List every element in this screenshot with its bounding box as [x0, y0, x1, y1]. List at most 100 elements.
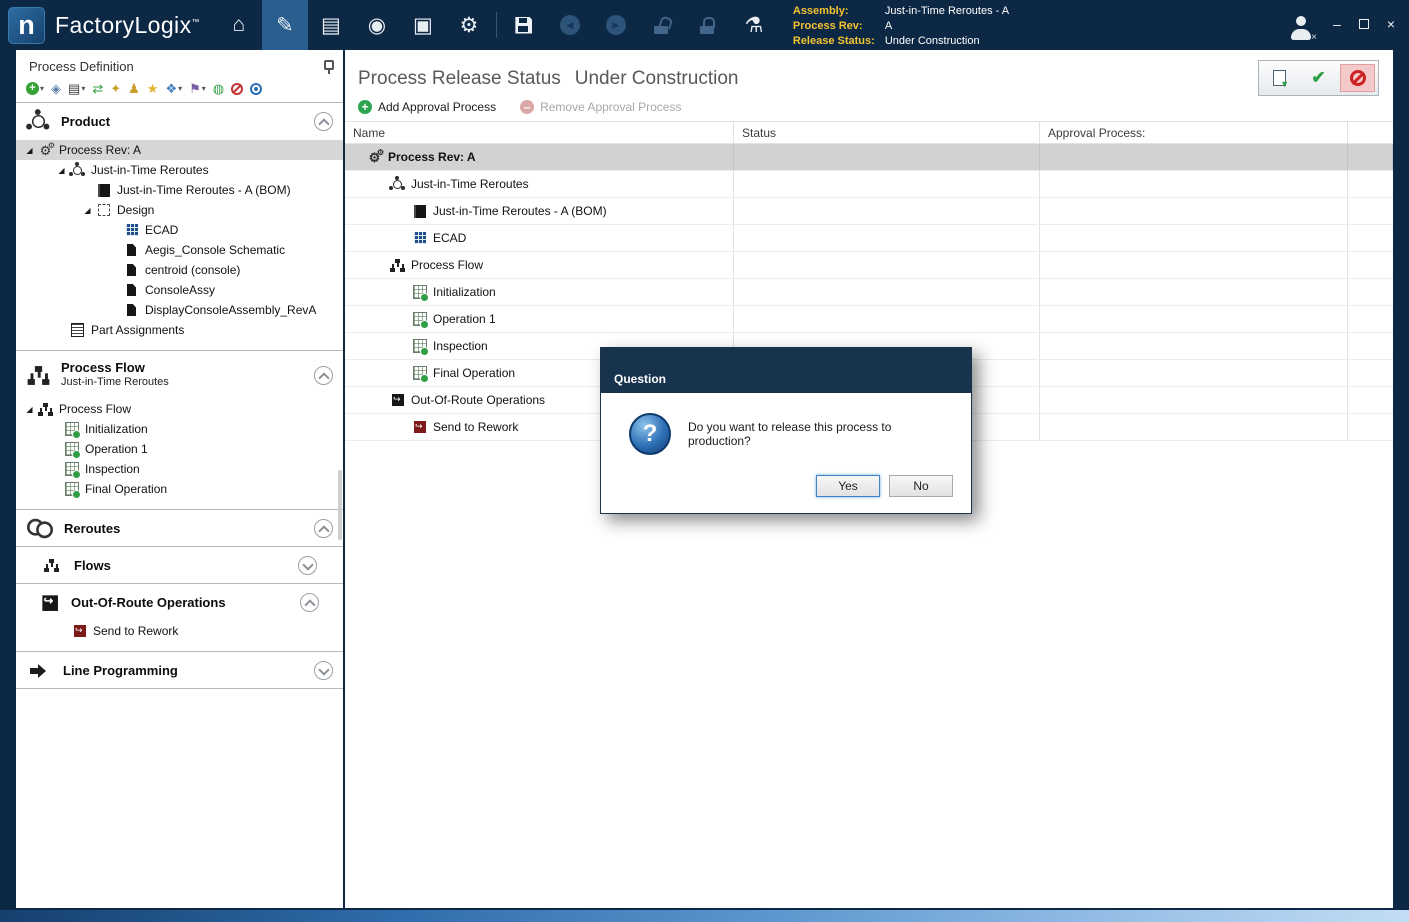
tree-item-initialization[interactable]: Initialization: [16, 419, 343, 439]
collapse-reroutes-button[interactable]: [314, 519, 333, 538]
tree-item-bom[interactable]: Just-in-Time Reroutes - A (BOM): [16, 180, 343, 200]
prohibit-icon: [1350, 70, 1366, 86]
forward-button[interactable]: ▶: [593, 0, 639, 50]
operation-table-icon: [412, 339, 427, 354]
table-row-operation-1[interactable]: Operation 1: [345, 306, 1393, 333]
collapse-product-button[interactable]: [314, 112, 333, 131]
process-flow-section-header[interactable]: Process Flow Just-in-Time Reroutes: [16, 351, 343, 398]
question-dialog: Question ? Do you want to release this p…: [600, 347, 972, 514]
expand-line-programming-button[interactable]: [314, 661, 333, 680]
add-item-button[interactable]: +▾: [26, 82, 44, 95]
pin-icon[interactable]: [322, 59, 333, 74]
collapse-out-of-route-button[interactable]: [300, 593, 319, 612]
release-document-button[interactable]: [1262, 64, 1297, 92]
revoke-release-button[interactable]: [1340, 64, 1375, 92]
lock-button[interactable]: [685, 0, 731, 50]
info-button[interactable]: [250, 83, 262, 95]
page-title-status: Under Construction: [575, 68, 739, 90]
maximize-button[interactable]: [1359, 17, 1369, 31]
audit-search-button[interactable]: ⚗: [731, 0, 777, 50]
reroutes-section-header[interactable]: Reroutes: [16, 510, 343, 546]
dialog-title: Question: [614, 372, 666, 386]
column-header-approval[interactable]: Approval Process:: [1040, 122, 1348, 143]
navigator-icon: ◉: [368, 13, 386, 38]
tree-item-process-rev[interactable]: ◢Process Rev: A: [16, 140, 343, 160]
approve-release-button[interactable]: ✔: [1301, 64, 1336, 92]
tree-item-inspection[interactable]: Inspection: [16, 459, 343, 479]
collapse-process-flow-button[interactable]: [314, 366, 333, 385]
save-button[interactable]: [501, 0, 547, 50]
document-icon: [124, 303, 139, 318]
add-approval-label: Add Approval Process: [378, 100, 496, 114]
minimize-button[interactable]: –: [1333, 17, 1341, 31]
table-row-initialization[interactable]: Initialization: [345, 279, 1393, 306]
app-logo: n: [8, 7, 45, 44]
sidebar-scrollbar[interactable]: [338, 470, 342, 540]
tree-item-schematic[interactable]: Aegis_Console Schematic: [16, 240, 343, 260]
tree-item-product[interactable]: ◢Just-in-Time Reroutes: [16, 160, 343, 180]
production-button[interactable]: ▤: [308, 0, 354, 50]
tree-item-part-assignments[interactable]: Part Assignments: [16, 320, 343, 340]
remove-approval-process-button[interactable]: – Remove Approval Process: [520, 100, 681, 114]
table-row-ecad[interactable]: ECAD: [345, 225, 1393, 252]
caret-down-icon: ▾: [178, 85, 182, 93]
tree-item-displayconsole[interactable]: DisplayConsoleAssembly_RevA: [16, 300, 343, 320]
product-icon: [28, 111, 50, 133]
table-row-process-rev[interactable]: Process Rev: A: [345, 144, 1393, 171]
logo-letter: n: [18, 10, 35, 41]
expand-flows-button[interactable]: [298, 556, 317, 575]
settings-button[interactable]: ⚙: [446, 0, 492, 50]
process-definition-button[interactable]: ✎: [262, 0, 308, 50]
tree-item-send-to-rework[interactable]: Send to Rework: [16, 621, 343, 641]
operator-button[interactable]: ♟: [128, 82, 140, 95]
product-section-header[interactable]: Product: [16, 103, 343, 139]
add-approval-process-button[interactable]: + Add Approval Process: [358, 100, 496, 114]
column-header-status[interactable]: Status: [734, 122, 1040, 143]
tree-item-operation-1[interactable]: Operation 1: [16, 439, 343, 459]
package-button[interactable]: ❖▾: [165, 82, 182, 95]
tree-item-ecad[interactable]: ECAD: [16, 220, 343, 240]
home-button[interactable]: ⌂: [216, 0, 262, 50]
tree-item-label: Initialization: [85, 422, 148, 436]
column-header-name[interactable]: Name: [345, 122, 734, 143]
print-button[interactable]: ▤▾: [68, 82, 85, 95]
table-row-process-flow[interactable]: Process Flow: [345, 252, 1393, 279]
release-status-label: Release Status:: [793, 34, 875, 48]
swirl-icon: ◈: [51, 82, 61, 95]
favorites-button[interactable]: ★: [147, 82, 159, 95]
out-of-route-section-header[interactable]: Out-Of-Route Operations: [16, 584, 343, 620]
expander-icon[interactable]: ◢: [24, 146, 35, 155]
yes-button[interactable]: Yes: [816, 475, 880, 497]
expander-icon[interactable]: ◢: [24, 405, 35, 414]
documents-button[interactable]: ▣: [400, 0, 446, 50]
row-status: [734, 144, 1040, 170]
release-document-icon: [1273, 70, 1286, 86]
expander-icon[interactable]: ◢: [82, 206, 93, 215]
deactivate-button[interactable]: [231, 83, 243, 95]
globe-button[interactable]: ◍: [213, 82, 224, 95]
tree-item-centroid[interactable]: centroid (console): [16, 260, 343, 280]
expander-icon[interactable]: ◢: [56, 166, 67, 175]
trademark: ™: [191, 17, 199, 26]
logout-user-button[interactable]: ×: [1287, 15, 1315, 43]
compare-button[interactable]: ⇄: [92, 82, 103, 95]
table-row-product[interactable]: Just-in-Time Reroutes: [345, 171, 1393, 198]
web-view-button[interactable]: ◈: [51, 82, 61, 95]
key-button[interactable]: ✦: [110, 82, 121, 95]
navigator-button[interactable]: ◉: [354, 0, 400, 50]
flag-button[interactable]: ⚑▾: [189, 82, 206, 95]
tree-item-consoleassy[interactable]: ConsoleAssy: [16, 280, 343, 300]
dialog-titlebar: Question: [601, 348, 971, 393]
tree-item-design[interactable]: ◢Design: [16, 200, 343, 220]
no-button[interactable]: No: [889, 475, 953, 497]
line-programming-section-header[interactable]: Line Programming: [16, 652, 343, 688]
tree-item-label: Send to Rework: [93, 624, 178, 638]
close-button[interactable]: ×: [1387, 17, 1395, 31]
tree-item-final-operation[interactable]: Final Operation: [16, 479, 343, 499]
back-button[interactable]: ◀: [547, 0, 593, 50]
tree-item-process-flow[interactable]: ◢Process Flow: [16, 399, 343, 419]
table-row-bom[interactable]: Just-in-Time Reroutes - A (BOM): [345, 198, 1393, 225]
tree-item-label: Part Assignments: [91, 323, 184, 337]
flows-section-header[interactable]: Flows: [16, 547, 343, 583]
unlock-button[interactable]: [639, 0, 685, 50]
